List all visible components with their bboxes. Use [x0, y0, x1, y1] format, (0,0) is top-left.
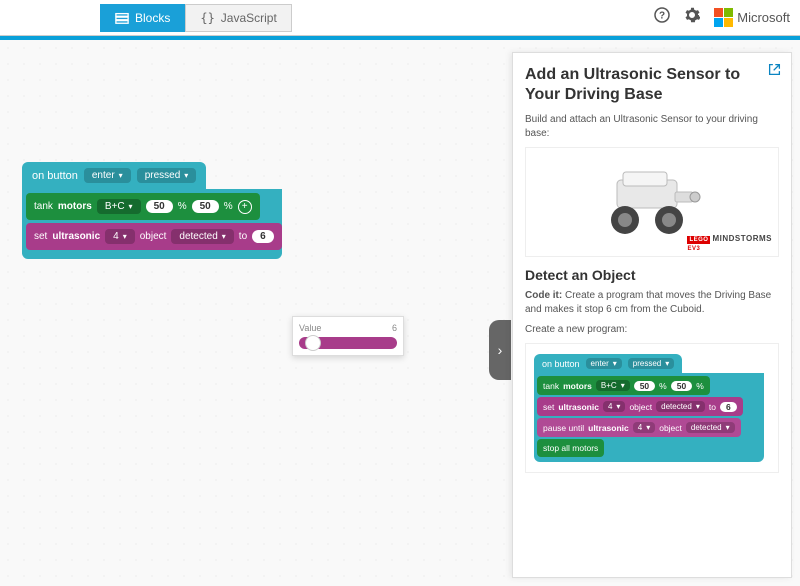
on-button-hat[interactable]: on button enter pressed — [22, 162, 206, 189]
open-external-icon[interactable] — [768, 63, 781, 81]
microsoft-squares-icon — [714, 8, 733, 27]
code-it-text: Code it: Create a program that moves the… — [525, 289, 779, 317]
robot-image: LEGOMINDSTORMS EV3 — [525, 147, 779, 257]
speed2-input[interactable]: 50 — [192, 200, 219, 213]
topbar-right: ? Microsoft — [654, 7, 790, 28]
tutorial-title: Add an Ultrasonic Sensor to Your Driving… — [525, 65, 779, 105]
slider-value: 6 — [392, 323, 397, 333]
editor-tabs: Blocks {} JavaScript — [100, 4, 292, 32]
workspace[interactable]: on button enter pressed tank motors B+C … — [0, 40, 800, 586]
example-hat: on button enter pressed — [534, 354, 682, 373]
slider-label: Value — [299, 323, 321, 333]
tutorial-intro: Build and attach an Ultrasonic Sensor to… — [525, 113, 779, 141]
blocks-icon — [115, 11, 129, 25]
tutorial-panel: Add an Ultrasonic Sensor to Your Driving… — [512, 52, 792, 578]
tab-blocks-label: Blocks — [135, 11, 170, 25]
set-ultrasonic-block[interactable]: set ultrasonic 4 object detected to 6 — [26, 223, 282, 250]
gear-icon[interactable] — [684, 7, 700, 28]
value-slider[interactable] — [299, 337, 397, 349]
example-pause-block: pause untilultrasonic 4 object detected — [537, 418, 741, 437]
value-slider-popover: Value 6 — [292, 316, 404, 356]
hat-label: on button — [32, 170, 78, 182]
motor-port-dropdown[interactable]: B+C — [97, 199, 141, 214]
example-program: on button enter pressed tankmotors B+C 5… — [525, 343, 779, 473]
example-tank-block: tankmotors B+C 50% 50% — [537, 376, 710, 395]
detected-dropdown[interactable]: detected — [171, 229, 233, 244]
tab-blocks[interactable]: Blocks — [100, 4, 185, 32]
robot-illustration-icon — [587, 162, 717, 242]
event-dropdown[interactable]: pressed — [137, 168, 197, 183]
sensor-port-dropdown[interactable]: 4 — [105, 229, 135, 244]
tank-motors-block[interactable]: tank motors B+C 50 % 50 % + — [26, 193, 260, 220]
speed1-input[interactable]: 50 — [146, 200, 173, 213]
chevron-right-icon: › — [498, 342, 503, 358]
tab-javascript[interactable]: {} JavaScript — [185, 4, 291, 32]
mindstorms-logo: LEGOMINDSTORMS EV3 — [687, 234, 772, 252]
panel-collapse-handle[interactable]: › — [489, 320, 511, 380]
slider-thumb[interactable] — [305, 335, 321, 351]
svg-text:?: ? — [659, 11, 665, 22]
top-toolbar: Blocks {} JavaScript ? Microsoft — [0, 0, 800, 36]
example-stop-block: stop all motors — [537, 439, 604, 457]
add-param-icon[interactable]: + — [238, 200, 252, 214]
help-icon[interactable]: ? — [654, 7, 670, 28]
stack-body: tank motors B+C 50 % 50 % + set ultrason… — [22, 189, 282, 259]
tab-js-label: JavaScript — [221, 11, 277, 25]
microsoft-label: Microsoft — [737, 10, 790, 25]
microsoft-logo[interactable]: Microsoft — [714, 8, 790, 27]
example-set-ultra-block: setultrasonic 4 object detected to 6 — [537, 397, 743, 416]
braces-icon: {} — [200, 11, 214, 25]
distance-input[interactable]: 6 — [252, 230, 274, 243]
button-dropdown[interactable]: enter — [84, 168, 131, 183]
create-program-text: Create a new program: — [525, 323, 779, 337]
block-stack[interactable]: on button enter pressed tank motors B+C … — [22, 162, 282, 259]
section-heading: Detect an Object — [525, 267, 779, 283]
